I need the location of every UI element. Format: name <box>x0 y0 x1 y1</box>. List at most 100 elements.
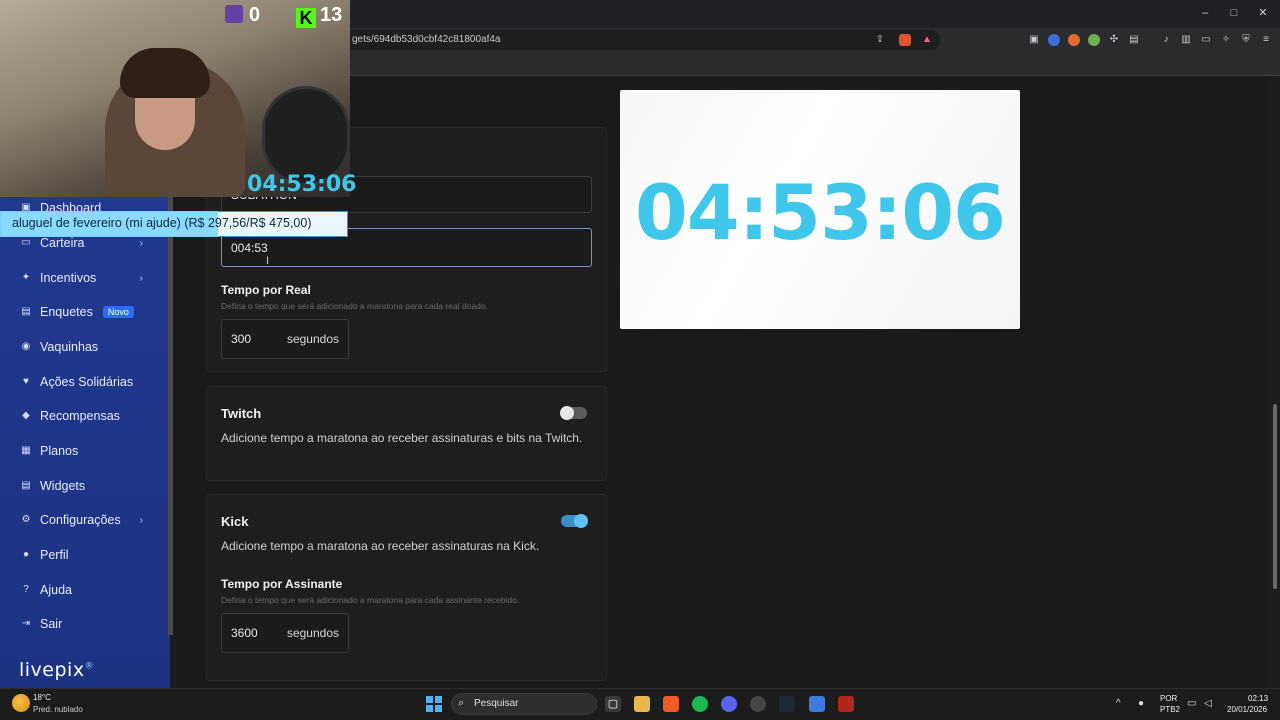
app-icon[interactable] <box>750 696 766 712</box>
tempo-por-real-hint: Defina o tempo que será adicionado a mar… <box>221 301 488 311</box>
sidebar-item-label: Widgets <box>40 479 86 493</box>
search-placeholder: Pesquisar <box>474 698 519 709</box>
livepix-logo[interactable]: livepix® <box>19 659 94 681</box>
taskbar-search[interactable] <box>451 693 597 715</box>
microphone-icon[interactable]: ● <box>1138 698 1144 709</box>
vpn-icon[interactable]: ⛨ <box>1240 34 1252 46</box>
tempo-por-assinante-hint: Defina o tempo que será adicionado a mar… <box>221 595 520 605</box>
sidebar-item-sair[interactable]: ⇥ Sair <box>20 614 165 634</box>
twitch-count-value: 0 <box>249 4 261 26</box>
kick-count-value: 13 <box>320 4 343 26</box>
new-badge: Novo <box>102 306 134 318</box>
ai-icon[interactable]: ✧ <box>1220 34 1232 46</box>
timer-preview-text: 04:53:06 <box>634 168 1006 257</box>
sidebar-item-label: Planos <box>40 444 79 458</box>
sidebar-item-label: Carteira <box>40 236 85 250</box>
sidebar-item-label: Configurações <box>40 513 121 527</box>
maximize-button[interactable]: □ <box>1225 6 1243 20</box>
file-explorer-icon[interactable] <box>634 696 650 712</box>
sidebar-item-perfil[interactable]: ● Perfil <box>20 545 165 565</box>
task-view-icon[interactable]: ▢ <box>605 696 621 712</box>
twitch-icon <box>225 5 243 23</box>
sidebar-item-recompensas[interactable]: ◆ Recompensas <box>20 406 165 426</box>
extension-icon[interactable] <box>1088 34 1100 46</box>
sidebar-item-label: Enquetes <box>40 305 93 319</box>
discord-icon[interactable] <box>721 696 737 712</box>
main-scrollbar-track[interactable] <box>1270 76 1280 688</box>
logo-mark-icon: ® <box>84 661 95 672</box>
extension-icon[interactable]: ▤ <box>1128 34 1140 46</box>
spotify-icon[interactable] <box>692 696 708 712</box>
widgets-icon: ▤ <box>21 480 31 491</box>
rewards-icon[interactable]: ▲ <box>921 34 933 46</box>
kick-toggle[interactable] <box>561 514 588 528</box>
sidebar-item-ajuda[interactable]: ? Ajuda <box>20 580 165 600</box>
extension-icon[interactable]: ▣ <box>1028 34 1040 46</box>
dota-icon[interactable] <box>838 696 854 712</box>
search-icon: ⌕ <box>458 697 465 709</box>
volume-icon[interactable]: ◁ <box>1204 698 1212 709</box>
brave-shield-icon[interactable] <box>899 34 911 46</box>
wallet-icon[interactable]: ▭ <box>1200 34 1212 46</box>
chevron-right-icon: › <box>139 514 143 526</box>
weather-icon[interactable] <box>12 694 30 712</box>
sidebar-toggle-icon[interactable]: ▥ <box>1180 34 1192 46</box>
sidebar-item-label: Ações Solidárias <box>40 375 134 389</box>
kick-description: Adicione tempo a maratona ao receber ass… <box>221 539 540 553</box>
charity-icon: ♥ <box>23 376 29 387</box>
user-icon: ● <box>22 549 30 560</box>
kick-sub-counter: K 13 <box>296 4 342 28</box>
steam-icon[interactable] <box>779 696 795 712</box>
sidebar-item-planos[interactable]: ▦ Planos <box>20 441 165 461</box>
notepad-icon[interactable] <box>809 696 825 712</box>
extension-icon[interactable] <box>1048 34 1060 46</box>
sidebar-item-acoes-solidarias[interactable]: ♥ Ações Solidárias <box>20 372 165 392</box>
time-input-value: 004:53 <box>231 240 268 255</box>
fan-image <box>262 86 350 186</box>
sidebar-item-vaquinhas[interactable]: ◉ Vaquinhas <box>20 337 165 357</box>
kick-icon: K <box>296 8 316 28</box>
tempo-por-assinante-unit: segundos <box>286 626 339 640</box>
minimize-button[interactable]: – <box>1196 6 1214 20</box>
clock-date[interactable]: 20/01/2026 <box>1227 705 1267 714</box>
twitch-title: Twitch <box>221 406 262 421</box>
kick-title: Kick <box>221 514 249 529</box>
main-scrollbar-thumb[interactable] <box>1273 404 1277 589</box>
sidebar-scrollbar[interactable] <box>168 195 173 635</box>
tempo-por-real-input[interactable]: 300 segundos <box>221 319 349 359</box>
poll-icon: ▤ <box>21 306 31 317</box>
menu-icon[interactable]: ≡ <box>1260 34 1272 46</box>
twitch-sub-counter: 0 <box>225 4 260 27</box>
incentives-icon: ✦ <box>21 272 31 283</box>
chevron-right-icon: › <box>139 237 143 249</box>
tempo-por-real-unit: segundos <box>286 332 339 346</box>
extension-icon[interactable] <box>1068 34 1080 46</box>
weather-temp[interactable]: 18°C <box>33 693 51 702</box>
gear-icon: ⚙ <box>21 514 31 525</box>
logout-icon: ⇥ <box>21 618 31 629</box>
sidebar-item-label: Ajuda <box>40 583 72 597</box>
url-text[interactable]: gets/694db53d0cbf42c81800af4a <box>352 34 500 45</box>
language-indicator[interactable]: POR <box>1160 694 1177 703</box>
weather-desc[interactable]: Pred. nublado <box>33 705 83 714</box>
close-button[interactable]: ✕ <box>1254 6 1272 20</box>
tray-chevron-icon[interactable]: ^ <box>1116 698 1121 709</box>
brave-icon[interactable] <box>663 696 679 712</box>
monitor-icon[interactable]: ▭ <box>1187 698 1196 709</box>
clock-time[interactable]: 02:13 <box>1248 694 1268 703</box>
music-icon[interactable]: ♪ <box>1160 34 1172 46</box>
share-icon[interactable]: ⇪ <box>874 34 886 46</box>
tempo-por-assinante-input[interactable]: 3600 segundos <box>221 613 349 653</box>
help-icon: ? <box>23 584 29 595</box>
twitch-toggle[interactable] <box>560 406 587 420</box>
sidebar-item-enquetes[interactable]: ▤ Enquetes Novo <box>20 302 165 322</box>
sidebar-item-widgets[interactable]: ▤ Widgets <box>20 476 165 496</box>
sidebar-item-configuracoes[interactable]: ⚙ Configurações › <box>20 510 165 530</box>
tempo-por-real-label: Tempo por Real <box>221 283 311 297</box>
windows-start-icon[interactable] <box>426 696 442 712</box>
sidebar-item-incentivos[interactable]: ✦ Incentivos › <box>20 268 165 288</box>
keyboard-layout[interactable]: PTB2 <box>1160 705 1180 714</box>
sidebar-item-label: Sair <box>40 617 63 631</box>
sidebar-item-label: Perfil <box>40 548 69 562</box>
puzzle-icon[interactable]: ✣ <box>1108 34 1120 46</box>
